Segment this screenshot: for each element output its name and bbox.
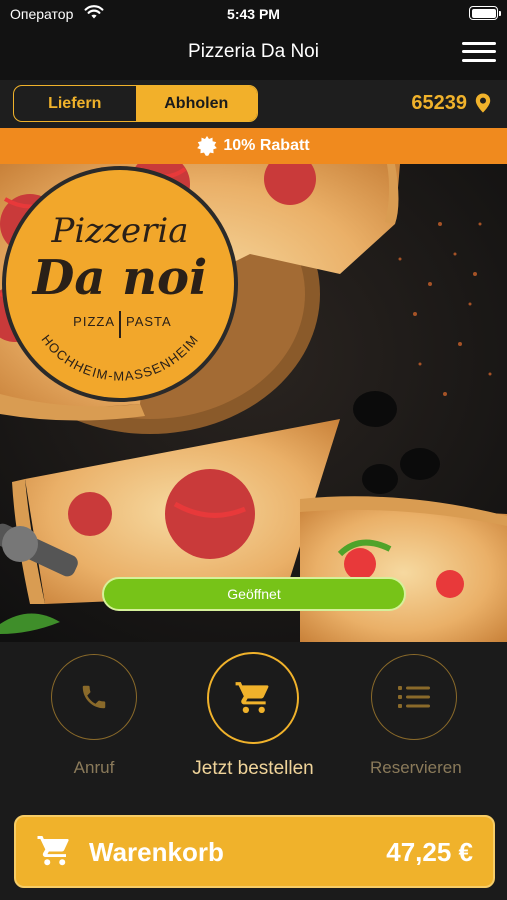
logo-title-line2: Da noi (31, 250, 208, 306)
location-pin-icon[interactable] (475, 93, 491, 113)
order-now-label: Jetzt bestellen (192, 758, 314, 779)
reserve-button[interactable]: Reservieren (370, 654, 462, 778)
action-buttons: Anruf Jetzt bestellen Reservieren (0, 642, 507, 812)
cart-label: Warenkorb (89, 837, 224, 867)
hero-banner: Pizzeria Da noi PIZZA PASTA HOCHHEIM-MAS… (0, 164, 507, 642)
battery-icon (469, 6, 501, 20)
hamburger-menu-icon[interactable] (462, 40, 496, 64)
call-label: Anruf (73, 758, 115, 777)
cart-icon (235, 682, 269, 714)
zip-code[interactable]: 65239 (411, 92, 467, 115)
discount-banner[interactable]: 10% Rabatt (0, 128, 507, 164)
logo-tag-pizza: PIZZA (73, 314, 115, 329)
cart-total: 47,25 € (386, 837, 473, 867)
call-button[interactable]: Anruf (50, 654, 138, 778)
gear-badge-icon (197, 136, 218, 156)
open-status-badge: Geöffnet (102, 577, 406, 611)
cart-icon (37, 836, 69, 866)
phone-icon (82, 685, 106, 709)
order-now-button[interactable]: Jetzt bestellen (180, 652, 326, 780)
logo-tag-pasta: PASTA (126, 314, 172, 329)
navigation-bar: Pizzeria Da Noi (0, 28, 507, 80)
pickup-tab[interactable]: Abholen (135, 86, 257, 121)
delivery-tab[interactable]: Liefern (14, 86, 136, 121)
list-icon (398, 686, 430, 708)
page-title: Pizzeria Da Noi (188, 41, 319, 62)
status-bar: Оператор 5:43 PM (0, 0, 507, 28)
order-mode-toggle: Liefern Abholen (13, 85, 258, 122)
reserve-label: Reservieren (370, 758, 462, 777)
logo-title-line1: Pizzeria (50, 211, 188, 251)
pizzeria-logo: Pizzeria Da noi PIZZA PASTA HOCHHEIM-MAS… (2, 166, 238, 402)
order-mode-bar: Liefern Abholen 65239 (0, 80, 507, 128)
cart-button[interactable]: Warenkorb 47,25 € (14, 815, 495, 888)
clock: 5:43 PM (227, 6, 280, 22)
discount-text: 10% Rabatt (223, 137, 310, 154)
